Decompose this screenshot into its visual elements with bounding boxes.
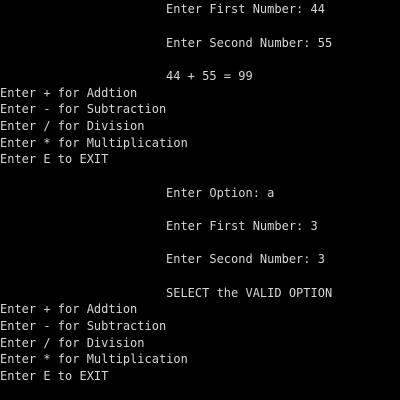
error-message: SELECT the VALID OPTION bbox=[166, 286, 333, 300]
menu-addition: Enter + for Addtion bbox=[0, 302, 138, 316]
prompt-first-number: Enter First Number: 3 bbox=[166, 219, 318, 233]
menu-exit: Enter E to EXIT bbox=[0, 369, 109, 383]
menu-exit: Enter E to EXIT bbox=[0, 152, 109, 166]
prompt-first-number: Enter First Number: 44 bbox=[166, 2, 325, 16]
menu-multiplication: Enter * for Multiplication bbox=[0, 352, 188, 366]
prompt-second-number: Enter Second Number: 3 bbox=[166, 252, 325, 266]
menu-division: Enter / for Division bbox=[0, 336, 145, 350]
menu-subtraction: Enter - for Subtraction bbox=[0, 319, 167, 333]
menu-addition: Enter + for Addtion bbox=[0, 86, 138, 100]
menu-multiplication: Enter * for Multiplication bbox=[0, 136, 188, 150]
prompt-second-number: Enter Second Number: 55 bbox=[166, 36, 333, 50]
menu-subtraction: Enter - for Subtraction bbox=[0, 102, 167, 116]
prompt-option: Enter Option: a bbox=[166, 186, 275, 200]
menu-division: Enter / for Division bbox=[0, 119, 145, 133]
result-line: 44 + 55 = 99 bbox=[166, 69, 253, 83]
console-window[interactable]: Enter First Number: 44 Enter Second Numb… bbox=[0, 0, 400, 400]
